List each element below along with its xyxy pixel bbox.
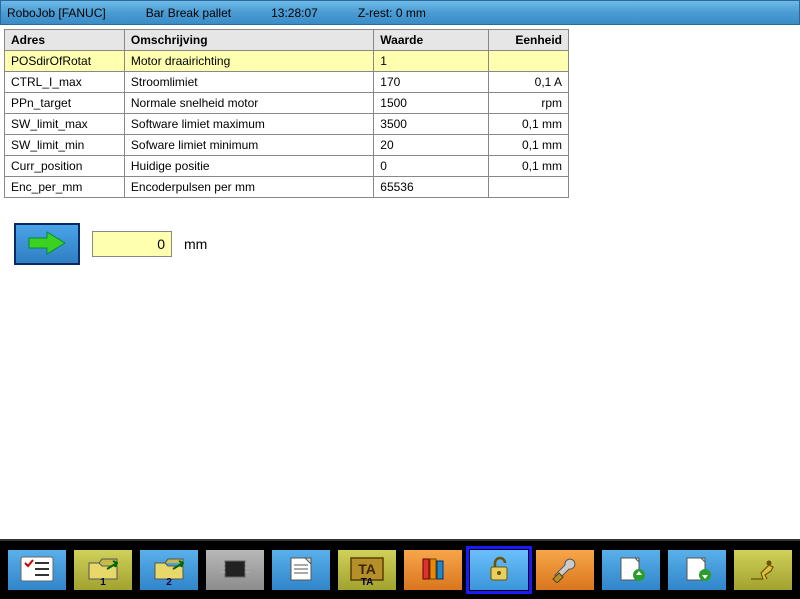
cell-omschrijving: Huidige positie [124, 156, 373, 177]
cell-adres: PPn_target [5, 93, 125, 114]
cell-eenheid [489, 177, 569, 198]
go-button[interactable] [14, 223, 80, 265]
toolbar-sublabel: TA [361, 577, 374, 588]
table-row[interactable]: Enc_per_mmEncoderpulsen per mm65536 [5, 177, 569, 198]
cell-eenheid: 0,1 mm [489, 135, 569, 156]
cell-eenheid: rpm [489, 93, 569, 114]
toolbar-robot-arm-button[interactable] [732, 548, 794, 592]
unlock-icon [481, 555, 517, 586]
toolbar-sublabel: 1 [100, 577, 106, 588]
table-row[interactable]: SW_limit_maxSoftware limiet maximum35000… [5, 114, 569, 135]
cell-waarde: 1500 [374, 93, 489, 114]
value-input[interactable]: 0 [92, 231, 172, 257]
z-rest: Z-rest: 0 mm [358, 6, 426, 20]
cell-omschrijving: Sofware limiet minimum [124, 135, 373, 156]
toolbar-books-button[interactable] [402, 548, 464, 592]
toolbar-checklist-button[interactable] [6, 548, 68, 592]
toolbar-wrench-button[interactable] [534, 548, 596, 592]
cell-adres: SW_limit_max [5, 114, 125, 135]
parameter-table: Adres Omschrijving Waarde Eenheid POSdir… [4, 29, 569, 198]
chip-icon [217, 555, 253, 586]
books-icon [415, 555, 451, 586]
cell-waarde: 0 [374, 156, 489, 177]
cell-omschrijving: Encoderpulsen per mm [124, 177, 373, 198]
cell-adres: SW_limit_min [5, 135, 125, 156]
cell-omschrijving: Normale snelheid motor [124, 93, 373, 114]
cell-eenheid: 0,1 mm [489, 156, 569, 177]
cell-waarde: 65536 [374, 177, 489, 198]
cell-waarde: 20 [374, 135, 489, 156]
cell-adres: Enc_per_mm [5, 177, 125, 198]
toolbar-unlock-button[interactable] [468, 548, 530, 592]
table-row[interactable]: PPn_targetNormale snelheid motor1500rpm [5, 93, 569, 114]
cell-omschrijving: Stroomlimiet [124, 72, 373, 93]
table-row[interactable]: Curr_positionHuidige positie00,1 mm [5, 156, 569, 177]
cell-adres: Curr_position [5, 156, 125, 177]
action-row: 0 mm [4, 223, 796, 265]
cell-adres: POSdirOfRotat [5, 51, 125, 72]
cell-waarde: 1 [374, 51, 489, 72]
toolbar-folder-2-button[interactable]: 2 [138, 548, 200, 592]
table-row[interactable]: CTRL_I_maxStroomlimiet1700,1 A [5, 72, 569, 93]
document-icon [283, 555, 319, 586]
col-omschrijving: Omschrijving [124, 30, 373, 51]
table-row[interactable]: POSdirOfRotatMotor draairichting1 [5, 51, 569, 72]
toolbar-ta-button[interactable]: TATA [336, 548, 398, 592]
toolbar-page-down-button[interactable] [666, 548, 728, 592]
cell-omschrijving: Motor draairichting [124, 51, 373, 72]
app-name: RoboJob [FANUC] [7, 6, 106, 20]
status-bar: RoboJob [FANUC] Bar Break pallet 13:28:0… [0, 0, 800, 25]
clock: 13:28:07 [271, 6, 318, 20]
cell-eenheid: 0,1 A [489, 72, 569, 93]
page-up-icon [613, 555, 649, 586]
arrow-right-icon [27, 230, 67, 259]
cell-eenheid [489, 51, 569, 72]
col-waarde: Waarde [374, 30, 489, 51]
col-eenheid: Eenheid [489, 30, 569, 51]
table-header-row: Adres Omschrijving Waarde Eenheid [5, 30, 569, 51]
robot-arm-icon [745, 555, 781, 586]
toolbar-sublabel: 2 [166, 577, 172, 588]
toolbar-page-up-button[interactable] [600, 548, 662, 592]
col-adres: Adres [5, 30, 125, 51]
page-down-icon [679, 555, 715, 586]
cell-eenheid: 0,1 mm [489, 114, 569, 135]
table-row[interactable]: SW_limit_minSofware limiet minimum200,1 … [5, 135, 569, 156]
job-name: Bar Break pallet [146, 6, 231, 20]
cell-waarde: 170 [374, 72, 489, 93]
checklist-icon [19, 555, 55, 586]
cell-adres: CTRL_I_max [5, 72, 125, 93]
main-content: Adres Omschrijving Waarde Eenheid POSdir… [0, 25, 800, 539]
value-unit: mm [184, 236, 207, 252]
toolbar-document-button[interactable] [270, 548, 332, 592]
toolbar-folder-1-button[interactable]: 1 [72, 548, 134, 592]
svg-text:TA: TA [358, 561, 376, 577]
wrench-icon [547, 555, 583, 586]
cell-waarde: 3500 [374, 114, 489, 135]
cell-omschrijving: Software limiet maximum [124, 114, 373, 135]
toolbar-chip-button[interactable] [204, 548, 266, 592]
bottom-toolbar: 1 2 TATA [0, 539, 800, 599]
